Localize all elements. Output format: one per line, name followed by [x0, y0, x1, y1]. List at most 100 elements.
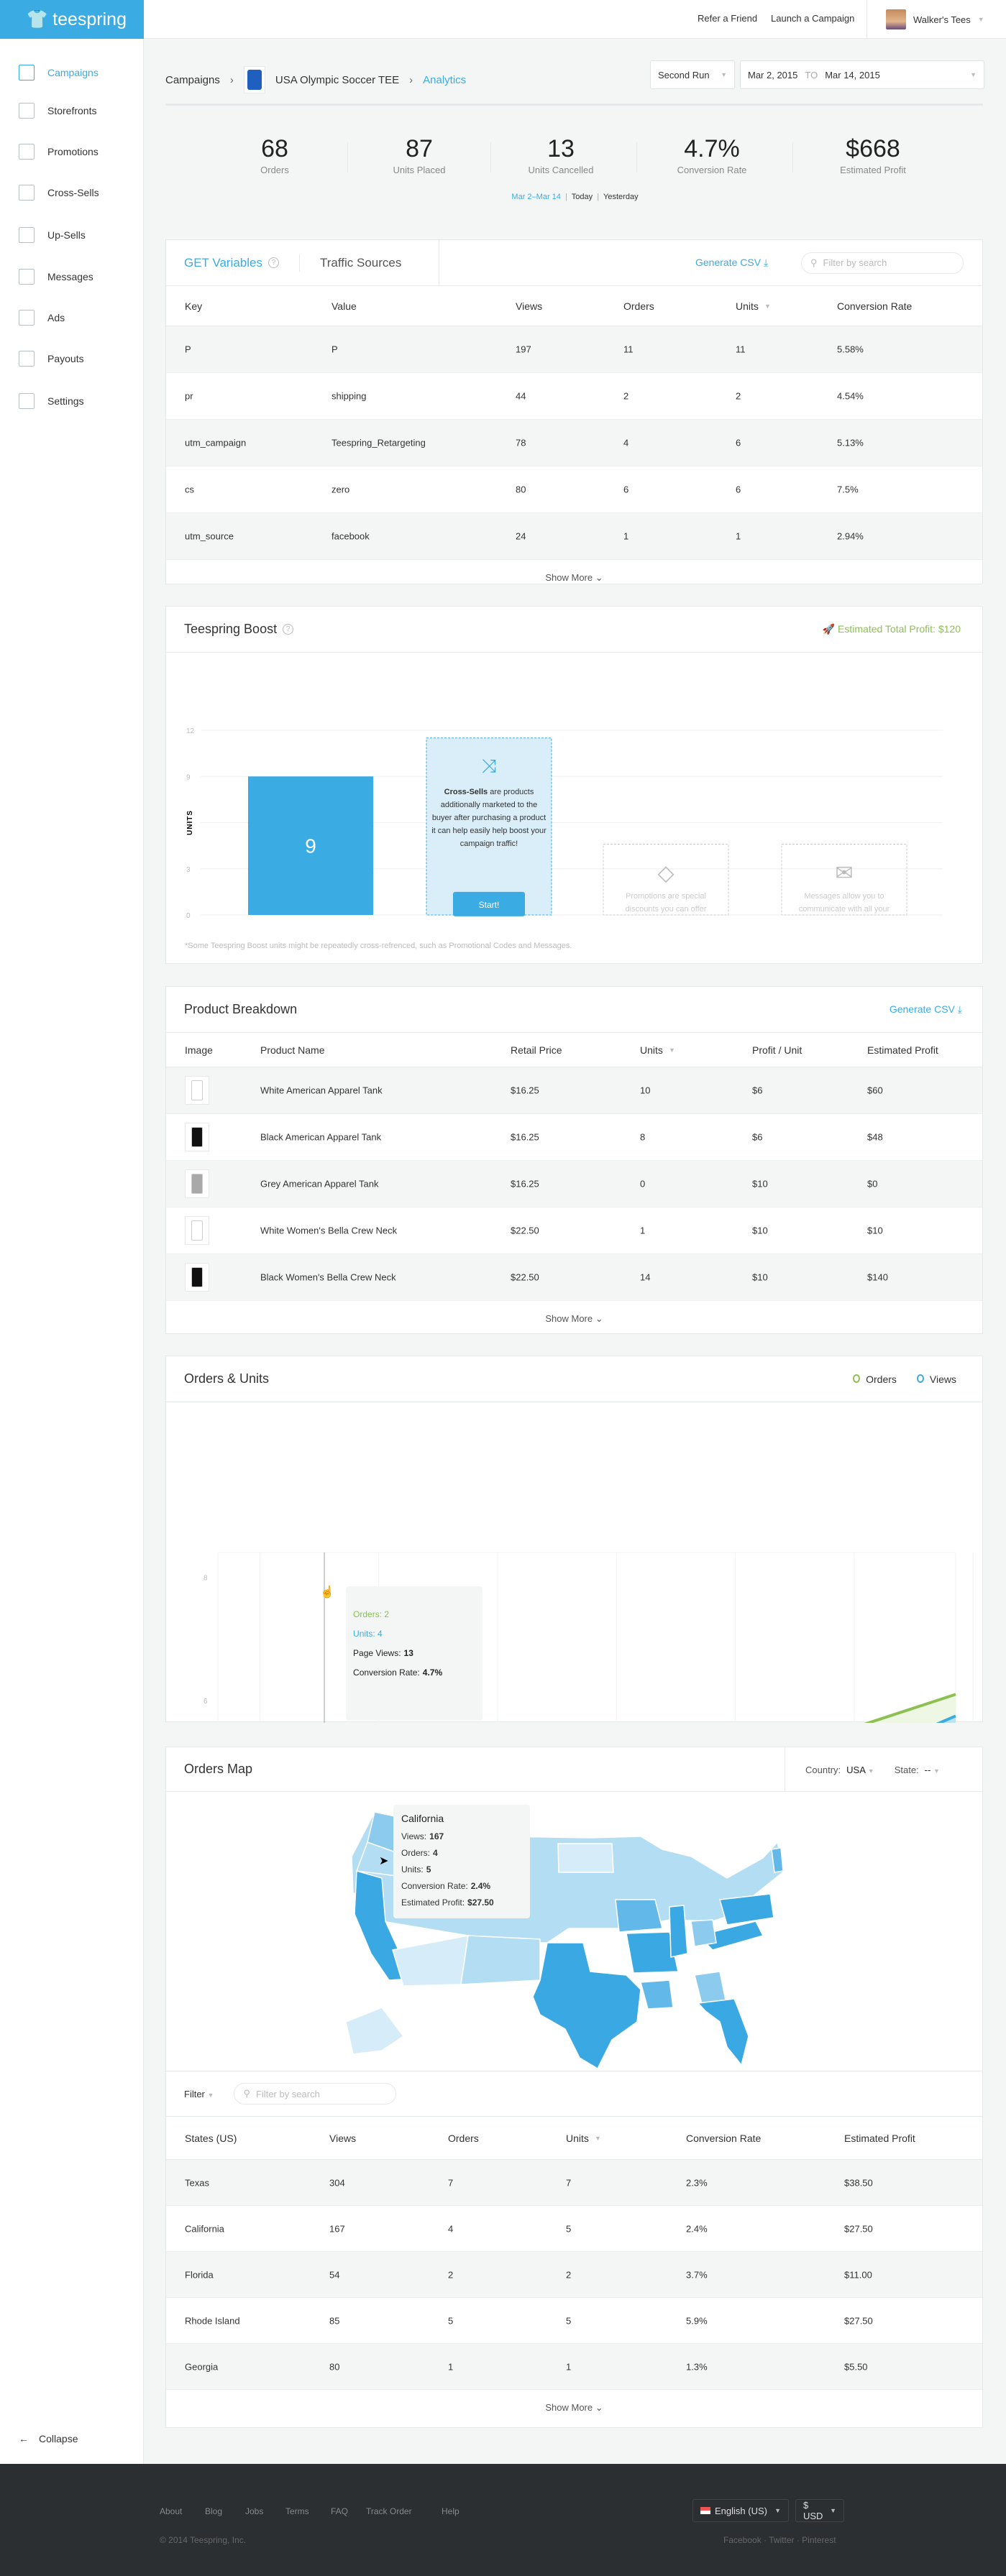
sidebar-item-settings[interactable]: Settings	[19, 393, 84, 409]
column-header[interactable]: Key	[185, 300, 202, 312]
column-header[interactable]: Retail Price	[511, 1044, 562, 1056]
table-cell: 7	[448, 2177, 454, 2188]
table-row[interactable]: Georgia 80 1 1 1.3% $5.50	[166, 2344, 982, 2390]
sidebar-item-ads[interactable]: Ads	[19, 310, 65, 326]
column-header[interactable]: Estimated Profit	[867, 1044, 938, 1056]
generate-csv-button[interactable]: Generate CSV ⤓	[695, 257, 768, 269]
column-header[interactable]: Conversion Rate	[837, 300, 912, 312]
column-header[interactable]: Orders	[623, 300, 654, 312]
sidebar-item-up-sells[interactable]: Up-Sells	[19, 227, 86, 243]
table-row[interactable]: White Women's Bella Crew Neck $22.50 1 $10 $…	[166, 1208, 982, 1254]
facebook-link[interactable]: Facebook	[723, 2535, 762, 2545]
table-row[interactable]: Texas 304 7 7 2.3% $38.50	[166, 2160, 982, 2206]
sidebar-item-promotions[interactable]: Promotions	[19, 144, 99, 160]
stat-orders: 68 Orders	[203, 135, 347, 175]
breadcrumb-campaign[interactable]: USA Olympic Soccer TEE	[275, 74, 399, 86]
user-menu[interactable]: Walker's Tees ▼	[866, 0, 984, 39]
date-from[interactable]: Mar 2, 2015	[748, 70, 797, 80]
show-more-button[interactable]: Show More ⌄	[166, 1301, 982, 1337]
state-select[interactable]: -- ▼	[925, 1765, 940, 1775]
table-cell: 44	[516, 390, 526, 402]
range-today[interactable]: Today	[572, 193, 593, 201]
column-header[interactable]: Profit / Unit	[752, 1044, 802, 1056]
range-full[interactable]: Mar 2–Mar 14	[511, 193, 560, 201]
table-row[interactable]: cs zero 80 6 6 7.5%	[166, 466, 982, 513]
table-cell: zero	[331, 484, 350, 495]
legend-orders[interactable]: Orders	[853, 1374, 897, 1385]
help-icon[interactable]: ?	[283, 624, 294, 635]
table-row[interactable]: utm_campaign Teespring_Retargeting 78 4 6 5.1…	[166, 420, 982, 466]
upsell-icon	[19, 227, 35, 243]
search-input[interactable]: ⚲ Filter by search	[234, 2083, 397, 2104]
twitter-link[interactable]: Twitter	[769, 2535, 794, 2545]
table-cell: $38.50	[844, 2177, 873, 2188]
sort-icon[interactable]: ▼	[595, 2135, 601, 2142]
column-header[interactable]: Units	[736, 300, 759, 312]
sort-icon[interactable]: ▼	[669, 1046, 675, 1054]
sort-icon[interactable]: ▼	[764, 303, 771, 310]
show-more-button[interactable]: Show More ⌄	[166, 2390, 982, 2426]
show-more-button[interactable]: Show More ⌄	[166, 560, 982, 596]
table-row[interactable]: Black American Apparel Tank $16.25 8 $6 $48	[166, 1114, 982, 1161]
teespring-logo[interactable]: 👕 teespring	[0, 0, 144, 39]
table-row[interactable]: Florida 54 2 2 3.7% $11.00	[166, 2252, 982, 2298]
launch-campaign-link[interactable]: Launch a Campaign	[771, 13, 854, 24]
collapse-button[interactable]: ← Collapse	[19, 2433, 78, 2444]
sidebar-item-cross-sells[interactable]: Cross-Sells	[19, 185, 99, 201]
tooltip-views: Page Views: 13	[353, 1648, 413, 1658]
column-header[interactable]: Views	[329, 2133, 356, 2144]
table-row[interactable]: White American Apparel Tank $16.25 10 $6 $60	[166, 1067, 982, 1114]
pinterest-link[interactable]: Pinterest	[802, 2535, 836, 2545]
generate-csv-button[interactable]: Generate CSV ⤓	[890, 1003, 962, 1016]
column-header[interactable]: Views	[516, 300, 542, 312]
column-header[interactable]: Units	[566, 2133, 589, 2144]
column-header[interactable]: Image	[185, 1044, 213, 1056]
table-row[interactable]: pr shipping 44 2 2 4.54%	[166, 373, 982, 420]
sidebar-item-messages[interactable]: Messages	[19, 269, 93, 285]
footer-link-jobs[interactable]: Jobs	[245, 2506, 263, 2516]
sidebar-item-storefronts[interactable]: Storefronts	[19, 103, 96, 119]
run-select[interactable]: Second Run ▼	[650, 60, 735, 89]
tab-get-variables[interactable]: GET Variables	[184, 256, 262, 270]
footer-link-faq[interactable]: FAQ	[331, 2506, 348, 2516]
tab-traffic-sources[interactable]: Traffic Sources	[320, 256, 401, 270]
search-input[interactable]: ⚲ Filter by search	[801, 252, 964, 274]
column-header[interactable]: Orders	[448, 2133, 479, 2144]
table-row[interactable]: California 167 4 5 2.4% $27.50	[166, 2206, 982, 2252]
column-header[interactable]: Conversion Rate	[686, 2133, 761, 2144]
footer-link-about[interactable]: About	[160, 2506, 182, 2516]
footer-link-blog[interactable]: Blog	[205, 2506, 222, 2516]
country-select[interactable]: USA ▼	[846, 1765, 874, 1775]
line-orders[interactable]	[218, 1693, 956, 1723]
footer-link-track-order[interactable]: Track Order	[366, 2506, 412, 2516]
table-row[interactable]: Rhode Island 85 5 5 5.9% $27.50	[166, 2298, 982, 2344]
currency-select[interactable]: $ USD ▼	[795, 2499, 844, 2522]
column-header[interactable]: Value	[331, 300, 357, 312]
range-yesterday[interactable]: Yesterday	[603, 193, 639, 201]
column-header[interactable]: Product Name	[260, 1044, 324, 1056]
sidebar-item-campaigns[interactable]: Campaigns	[19, 65, 99, 80]
table-row[interactable]: Black Women's Bella Crew Neck $22.50 14 $10…	[166, 1254, 982, 1301]
column-header[interactable]: Estimated Profit	[844, 2133, 915, 2144]
footer-link-terms[interactable]: Terms	[285, 2506, 309, 2516]
table-row[interactable]: Grey American Apparel Tank $16.25 0 $10 $0	[166, 1161, 982, 1208]
download-icon: ⤓	[957, 1003, 962, 1015]
filter-dropdown[interactable]: Filter ▼	[184, 2089, 214, 2099]
column-header[interactable]: Units	[640, 1044, 663, 1056]
language-select[interactable]: English (US) ▼	[692, 2499, 789, 2522]
table-cell: 1	[623, 530, 629, 542]
date-to[interactable]: Mar 14, 2015	[825, 70, 880, 80]
card-header: Product Breakdown Generate CSV ⤓	[166, 987, 982, 1033]
breadcrumb-campaigns[interactable]: Campaigns	[165, 74, 220, 86]
date-range-picker[interactable]: Mar 2, 2015 TO Mar 14, 2015 ▼	[740, 60, 984, 89]
table-row[interactable]: P P 197 11 11 5.58%	[166, 326, 982, 373]
legend-views[interactable]: Views	[916, 1374, 956, 1385]
footer-link-help[interactable]: Help	[442, 2506, 459, 2516]
us-map[interactable]: California Views: 167 Orders: 4 Units: 5 Conve…	[166, 1792, 984, 2071]
column-header[interactable]: States (US)	[185, 2133, 237, 2144]
help-icon[interactable]: ?	[267, 257, 279, 268]
table-row[interactable]: utm_source facebook 24 1 1 2.94%	[166, 513, 982, 560]
sidebar-item-payouts[interactable]: Payouts	[19, 351, 84, 367]
refer-friend-link[interactable]: Refer a Friend	[698, 13, 757, 24]
line-views[interactable]	[218, 1714, 956, 1723]
